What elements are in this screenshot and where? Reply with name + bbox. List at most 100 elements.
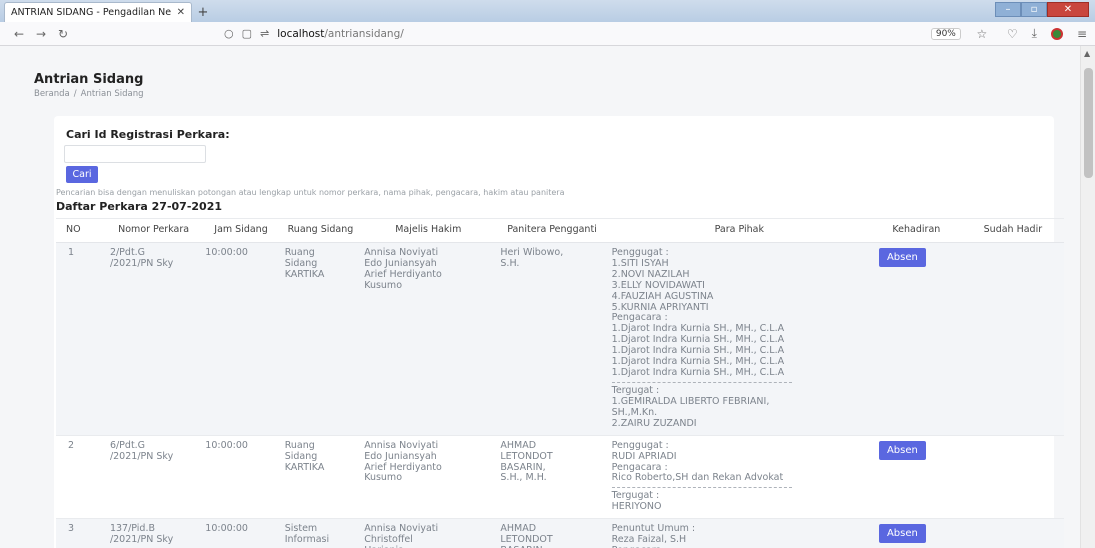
nomor-line: /2021/PN Sky [109, 534, 174, 546]
cell-hakim: Annisa Noviyati Edo Juniansyah Arief Herdi… [360, 435, 497, 520]
cell-panitera: AHMAD LETONDOT BASARIN, S.H., M.H. [496, 435, 608, 520]
col-header-kehadiran: Kehadiran [870, 218, 962, 243]
col-header-nomor: Nomor Perkara [105, 218, 202, 243]
scroll-thumb[interactable] [1084, 68, 1093, 178]
cell-sudah-hadir [961, 518, 1064, 548]
list-title: Daftar Perkara 27-07-2021 [56, 200, 222, 213]
download-icon[interactable]: ⤓ [1032, 26, 1037, 41]
page-title: Antrian Sidang [34, 72, 144, 87]
cell-ruang: Ruang Sidang KARTIKA [280, 242, 361, 436]
browser-navbar: ← → ↻ ○ ▢ ⇌ localhost/antriansidang/ 90%… [0, 22, 1095, 46]
page-scrollbar[interactable]: ▲ [1080, 46, 1095, 548]
search-hint: Pencarian bisa dengan menuliskan potonga… [56, 188, 565, 197]
col-header-hakim: Majelis Hakim [360, 218, 497, 243]
zoom-level[interactable]: 90% [930, 27, 961, 40]
cell-no: 1 [56, 242, 106, 436]
pocket-icon[interactable]: ♡ [1007, 27, 1018, 41]
reload-icon[interactable]: ↻ [52, 27, 74, 41]
page-content: Antrian Sidang Beranda / Antrian Sidang Ca… [0, 46, 1080, 548]
hakim-line: Annisa Noviyati [364, 439, 439, 451]
search-label: Cari Id Registrasi Perkara: [66, 128, 230, 141]
search-input[interactable] [64, 145, 206, 163]
table-row: 2 6/Pdt.G/2021/PN Sky 10:00:00 Ruang Sidang K… [56, 435, 1064, 520]
cell-jam: 10:00:00 [201, 435, 281, 520]
cell-panitera: AHMADLETONDOTBASARIN, [496, 518, 608, 548]
url-path: /antriansidang/ [324, 27, 404, 40]
window-close-icon[interactable]: ✕ [1047, 2, 1089, 17]
pihak-line: RUDI APRIADI [611, 450, 677, 462]
browser-tab[interactable]: ANTRIAN SIDANG - Pengadilan Ne ✕ [4, 2, 192, 22]
cell-ruang: Sistem Informasi [280, 518, 361, 548]
pihak-line: 3.ELLY NOVIDAWATI [611, 279, 705, 291]
panitera-line: S.H. [500, 257, 520, 269]
ruang-line: KARTIKA [284, 461, 325, 473]
address-bar[interactable]: ○ ▢ ⇌ localhost/antriansidang/ [224, 27, 931, 40]
pihak-line: Penggugat : [611, 439, 669, 451]
absen-button[interactable]: Absen [878, 524, 926, 544]
cell-nomor: 2/Pdt.G/2021/PN Sky [105, 242, 202, 436]
cell-hakim: Annisa NoviyatiChristoffelHarianja [360, 518, 497, 548]
menu-icon[interactable]: ≡ [1077, 27, 1087, 41]
pihak-line: 4.FAUZIAH AGUSTINA [611, 290, 714, 302]
cell-no: 3 [56, 518, 106, 548]
absen-button[interactable]: Absen [878, 247, 926, 267]
pihak-line: HERIYONO [611, 501, 662, 513]
minimize-icon[interactable]: – [995, 2, 1021, 17]
panitera-line: S.H., M.H. [500, 472, 547, 484]
cell-hakim: Annisa Noviyati Edo Juniansyah Arief Herdi… [360, 242, 497, 436]
maximize-icon[interactable]: ▫ [1021, 2, 1047, 17]
ruang-line: Informasi [284, 534, 330, 546]
cell-sudah-hadir [961, 242, 1064, 436]
breadcrumb-separator: / [73, 89, 77, 99]
ruang-line: KARTIKA [284, 268, 325, 280]
forward-icon[interactable]: → [30, 27, 52, 41]
close-icon[interactable]: ✕ [177, 7, 185, 18]
ruang-line: Sidang [284, 450, 318, 462]
col-header-ruang: Ruang Sidang [280, 218, 361, 243]
col-header-no: NO [56, 218, 106, 243]
window-controls: – ▫ ✕ [995, 2, 1089, 17]
browser-titlebar: ANTRIAN SIDANG - Pengadilan Ne ✕ + – ▫ ✕ [0, 0, 1095, 22]
cell-pihak: Penggugat :1.SITI ISYAH 2.NOVI NAZILAH 3.E… [607, 242, 871, 436]
cell-kehadiran: Absen [870, 518, 962, 548]
panitera-line: AHMAD [500, 439, 537, 451]
col-header-panitera: Panitera Pengganti [496, 218, 608, 243]
col-header-jam: Jam Sidang [201, 218, 281, 243]
hakim-line: Kusumo [364, 279, 403, 291]
col-header-sudah-hadir: Sudah Hadir [961, 218, 1064, 243]
table-header-row: NO Nomor Perkara Jam Sidang Ruang Sidang… [56, 218, 1064, 243]
panitera-line: LETONDOT [500, 450, 553, 462]
permissions-icon: ⇌ [260, 27, 270, 40]
cell-ruang: Ruang Sidang KARTIKA [280, 435, 361, 520]
cell-pihak: Penuntut Umum :Reza Faizal, S.HPengacara… [607, 518, 871, 548]
ruang-line: Ruang [284, 439, 315, 451]
divider [611, 487, 792, 489]
bookmark-star-icon[interactable]: ☆ [971, 27, 993, 41]
cell-nomor: 6/Pdt.G/2021/PN Sky [105, 435, 202, 520]
pihak-line: 1.Djarot Indra Kurnia SH., MH., C.L.A [611, 367, 785, 379]
scroll-up-icon[interactable]: ▲ [1084, 49, 1090, 58]
breadcrumb-home[interactable]: Beranda [34, 89, 70, 99]
col-header-pihak: Para Pihak [607, 218, 871, 243]
page-icon: ▢ [241, 27, 253, 40]
breadcrumb-current: Antrian Sidang [80, 89, 144, 99]
new-tab-icon[interactable]: + [192, 2, 214, 22]
back-icon[interactable]: ← [8, 27, 30, 41]
table-row: 1 2/Pdt.G/2021/PN Sky 10:00:00 Ruang Sidang K… [56, 242, 1064, 436]
absen-button[interactable]: Absen [878, 440, 926, 460]
nomor-line: 6/Pdt.G [109, 439, 146, 451]
divider [611, 381, 792, 383]
shield-icon: ○ [224, 27, 234, 40]
cell-sudah-hadir [961, 435, 1064, 520]
url-host: localhost [277, 27, 325, 40]
main-card: Cari Id Registrasi Perkara: Cari Pencari… [54, 116, 1064, 548]
cell-jam: 10:00:00 [201, 518, 281, 548]
cell-nomor: 137/Pid.B/2021/PN Sky [105, 518, 202, 548]
search-button[interactable]: Cari [66, 166, 98, 183]
extension-icon[interactable] [1050, 27, 1063, 40]
case-table: NO Nomor Perkara Jam Sidang Ruang Sidang… [56, 218, 1064, 548]
cell-kehadiran: Absen [870, 435, 962, 520]
hakim-line: Edo Juniansyah [364, 450, 437, 462]
nomor-line: /2021/PN Sky [109, 450, 174, 462]
cell-pihak: Penggugat : RUDI APRIADI Pengacara : Rico R… [607, 435, 871, 520]
